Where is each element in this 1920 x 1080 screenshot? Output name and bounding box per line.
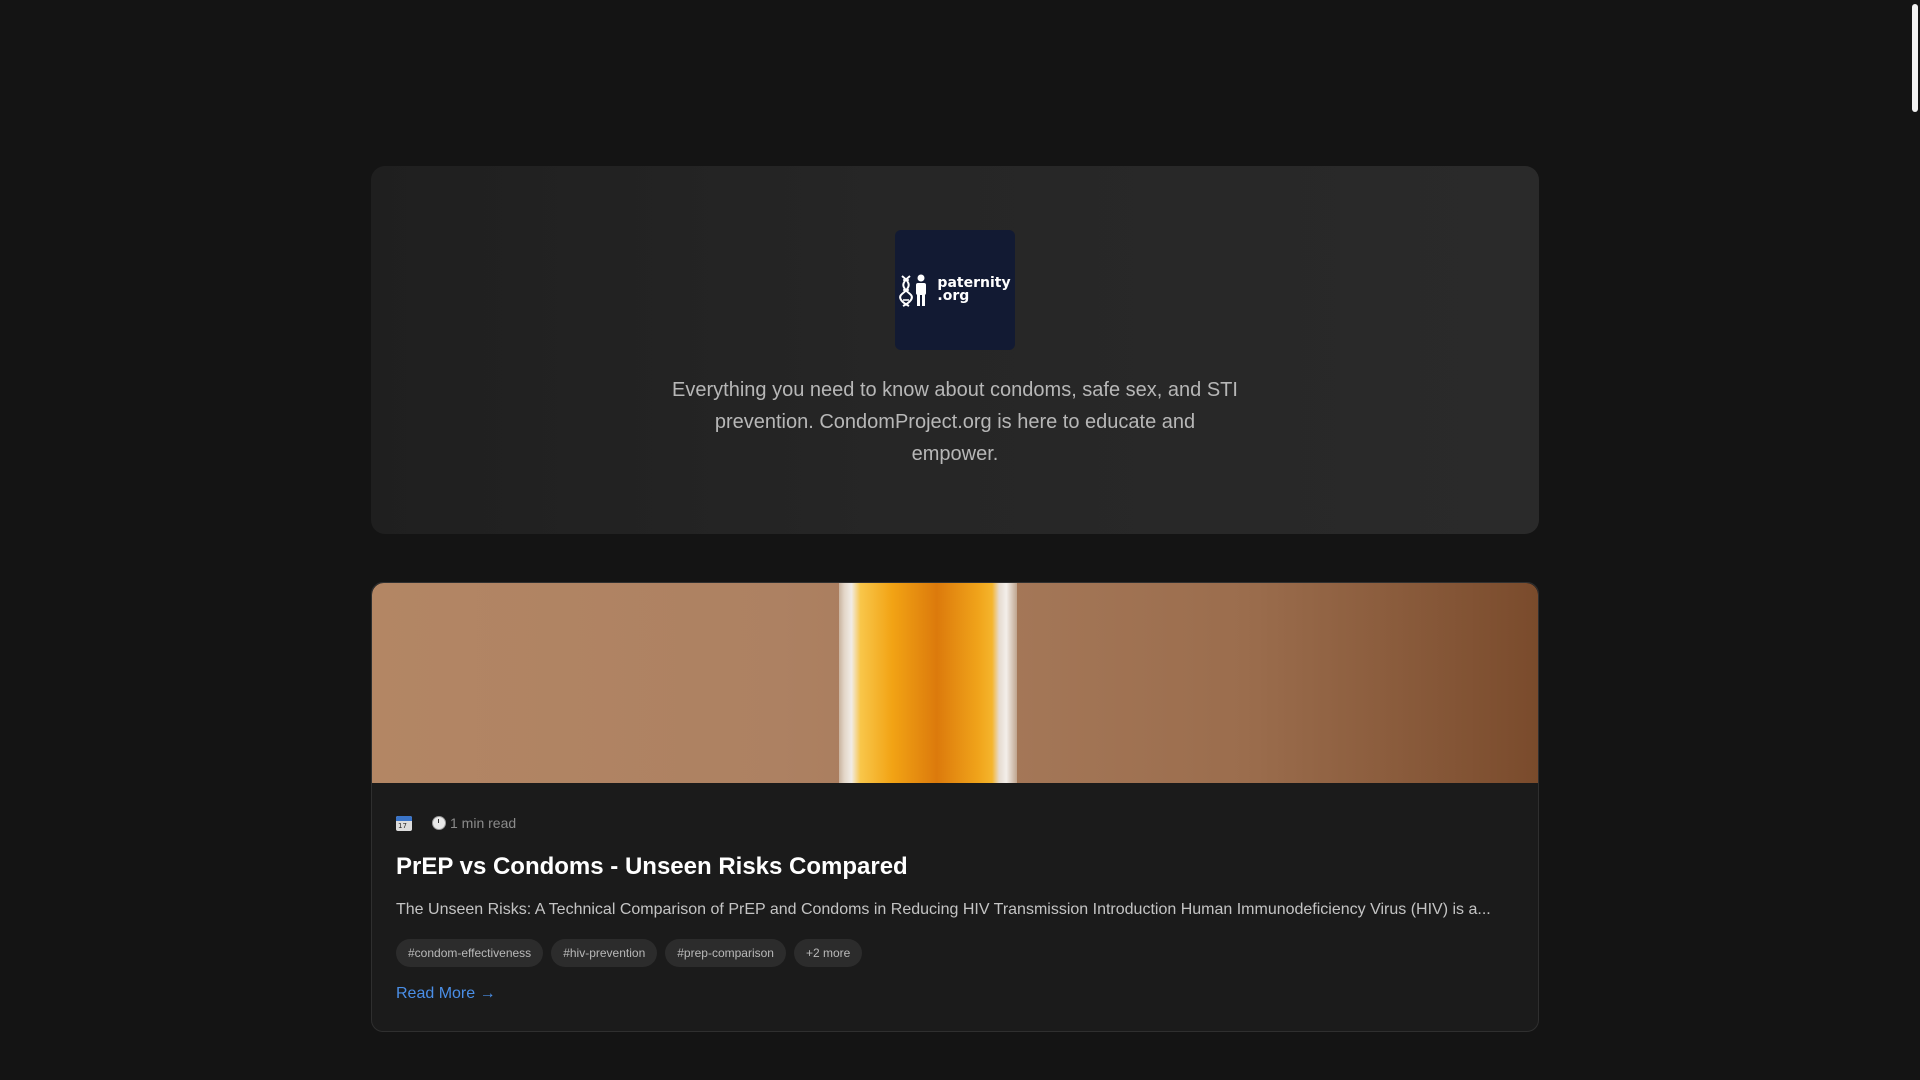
logo-wordmark: paternity .org [937, 276, 1010, 304]
post-date: 17 [396, 815, 416, 831]
logo-mark: paternity .org [899, 273, 1011, 307]
post-title[interactable]: PrEP vs Condoms - Unseen Risks Compared [396, 851, 908, 883]
post-cover-image[interactable] [372, 583, 1538, 783]
dna-person-icon [899, 274, 927, 307]
hero-tagline: Everything you need to know about condom… [672, 379, 1238, 465]
post-card[interactable]: 17 1 min read PrEP vs Condoms - Unseen R… [371, 582, 1539, 1032]
logo-wordmark-line2: .org [937, 288, 970, 304]
tag-condom-effectiveness[interactable]: #condom-effectiveness [396, 939, 544, 967]
tag-more[interactable]: +2 more [793, 939, 863, 967]
post-tags: #condom-effectiveness #hiv-prevention #p… [396, 939, 863, 967]
scrollbar[interactable] [1910, 0, 1920, 1080]
tag-prep-comparison[interactable]: #prep-comparison [665, 939, 786, 967]
hero-section: paternity .org Everything you need to kn… [371, 166, 1539, 534]
test-tube-image [839, 583, 1017, 783]
post-read-time: 1 min read [432, 815, 516, 831]
page: paternity .org Everything you need to kn… [0, 0, 1920, 1080]
post-excerpt: The Unseen Risks: A Technical Comparison… [396, 901, 1491, 918]
calendar-icon: 17 [396, 815, 412, 831]
stopwatch-icon [432, 816, 446, 830]
post-meta: 17 1 min read [396, 815, 516, 831]
read-more-link[interactable]: Read More → [396, 983, 496, 1005]
tag-hiv-prevention[interactable]: #hiv-prevention [551, 939, 658, 967]
post-read-time-text: 1 min read [450, 815, 517, 831]
site-logo[interactable]: paternity .org [895, 230, 1015, 350]
scrollbar-thumb[interactable] [1912, 4, 1918, 112]
